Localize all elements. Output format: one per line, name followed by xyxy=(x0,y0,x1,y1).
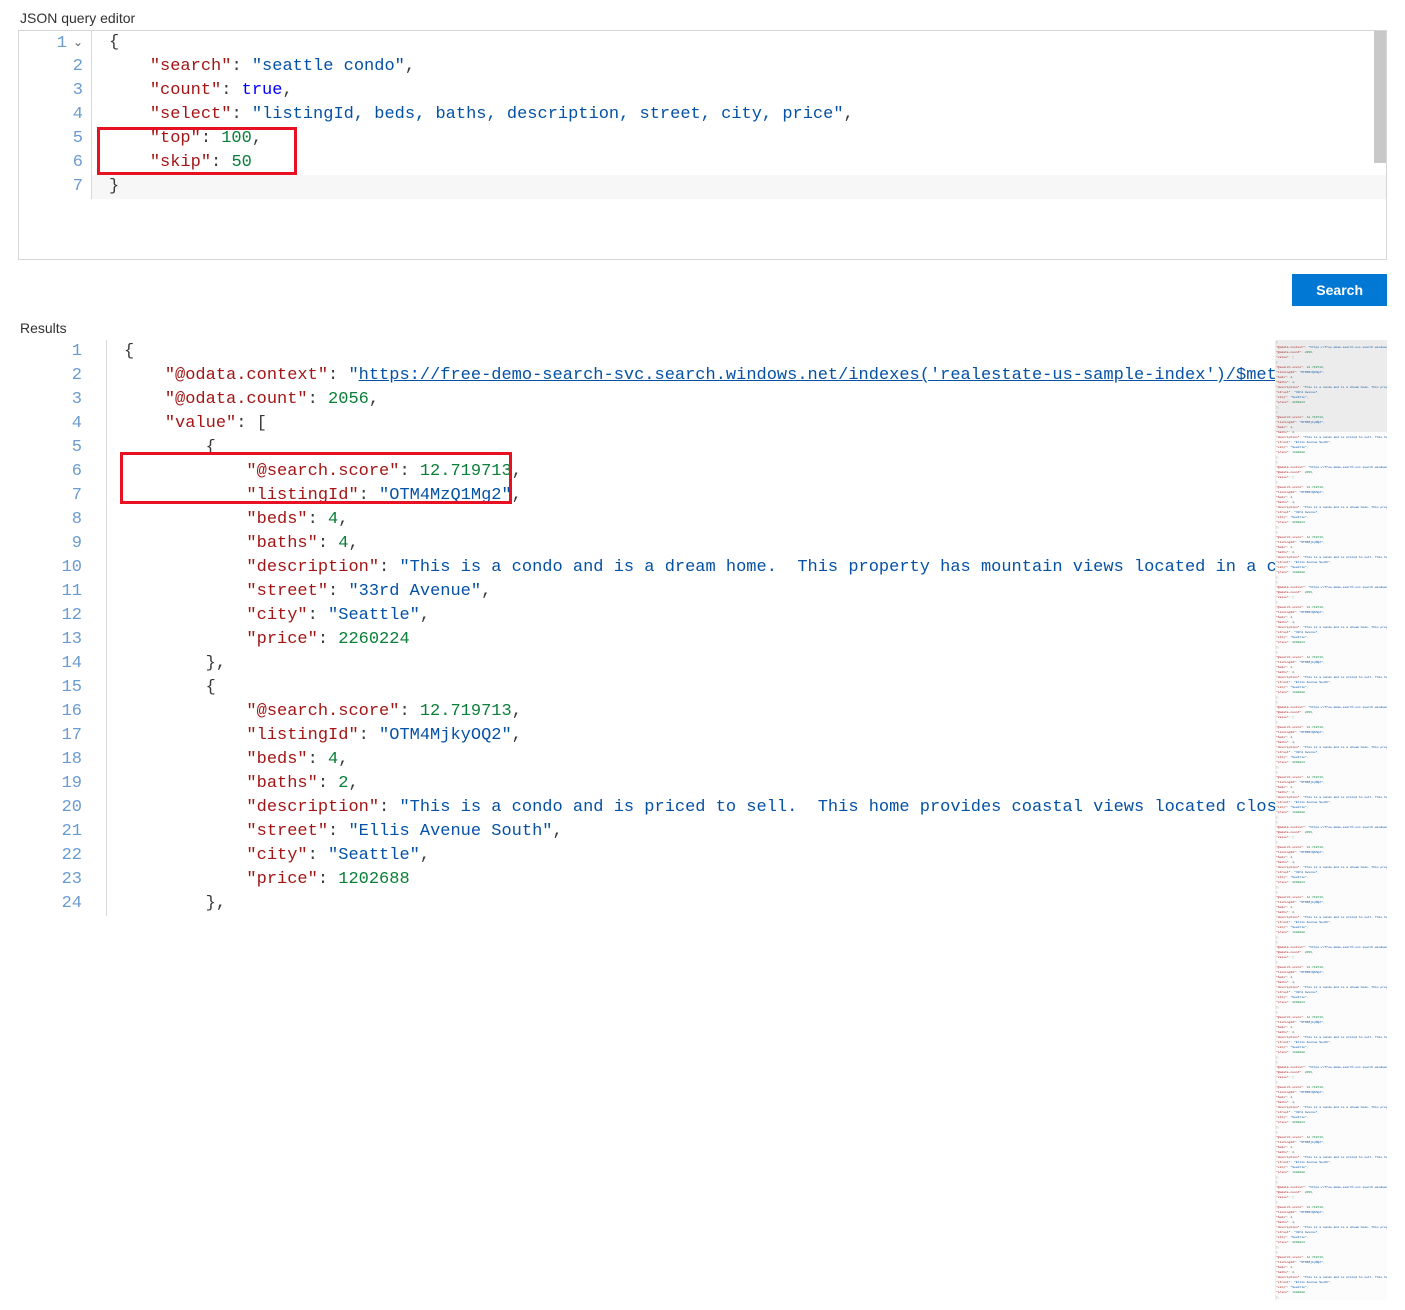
line-number: 7 xyxy=(18,484,82,508)
line-number: 4 xyxy=(19,103,83,127)
code-line[interactable]: "description": "This is a condo and is p… xyxy=(106,796,1275,820)
code-line[interactable]: "beds": 4, xyxy=(106,748,1275,772)
code-line[interactable]: { xyxy=(106,676,1275,700)
line-number: 22 xyxy=(18,844,82,868)
code-line[interactable]: }, xyxy=(106,652,1275,676)
code-line[interactable]: }, xyxy=(106,892,1275,916)
code-line[interactable]: "count": true, xyxy=(91,79,1386,103)
line-number: 3 xyxy=(18,388,82,412)
line-number: 14 xyxy=(18,652,82,676)
minimap[interactable]: { "@odata.context": "https://free-demo-s… xyxy=(1275,340,1387,1300)
line-number: 19 xyxy=(18,772,82,796)
line-number: 17 xyxy=(18,724,82,748)
results-panel: 123456789101112131415161718192021222324 … xyxy=(18,340,1387,1300)
code-line[interactable]: "@odata.count": 2056, xyxy=(106,388,1275,412)
line-number: 6 xyxy=(19,151,83,175)
editor-scrollbar[interactable] xyxy=(1374,31,1386,163)
code-line[interactable]: { xyxy=(106,340,1275,364)
line-number: 7 xyxy=(19,175,83,199)
code-line[interactable]: "price": 2260224 xyxy=(106,628,1275,652)
line-number: 2 xyxy=(18,364,82,388)
line-number: 2 xyxy=(19,55,83,79)
code-line[interactable]: "@search.score": 12.719713, xyxy=(106,460,1275,484)
code-line[interactable]: "skip": 50 xyxy=(91,151,1386,175)
line-number: 15 xyxy=(18,676,82,700)
results-code-editor[interactable]: 123456789101112131415161718192021222324 … xyxy=(18,340,1275,916)
line-number: 4 xyxy=(18,412,82,436)
code-line[interactable]: "top": 100, xyxy=(91,127,1386,151)
code-line[interactable]: { xyxy=(106,436,1275,460)
code-line[interactable]: "value": [ xyxy=(106,412,1275,436)
line-number: 3 xyxy=(19,79,83,103)
code-line[interactable]: "city": "Seattle", xyxy=(106,844,1275,868)
code-line[interactable]: "street": "33rd Avenue", xyxy=(106,580,1275,604)
json-query-editor[interactable]: 1⌄234567 { "search": "seattle condo", "c… xyxy=(18,30,1387,260)
line-number: 9 xyxy=(18,532,82,556)
search-button[interactable]: Search xyxy=(1292,274,1387,306)
results-line-gutter: 123456789101112131415161718192021222324 xyxy=(18,340,104,916)
line-number: 16 xyxy=(18,700,82,724)
code-line[interactable]: "city": "Seattle", xyxy=(106,604,1275,628)
line-number: 8 xyxy=(18,508,82,532)
code-line[interactable]: "@odata.context": "https://free-demo-sea… xyxy=(106,364,1275,388)
line-number: 5 xyxy=(18,436,82,460)
code-line[interactable]: { xyxy=(91,31,1386,55)
line-number: 11 xyxy=(18,580,82,604)
line-number: 18 xyxy=(18,748,82,772)
code-line[interactable]: "listingId": "OTM4MjkyOQ2", xyxy=(106,724,1275,748)
code-line[interactable]: "description": "This is a condo and is a… xyxy=(106,556,1275,580)
line-number: 5 xyxy=(19,127,83,151)
line-number: 1 xyxy=(18,340,82,364)
json-query-editor-label: JSON query editor xyxy=(18,10,1387,26)
results-label: Results xyxy=(18,320,1387,336)
line-number: 10 xyxy=(18,556,82,580)
code-line[interactable]: "baths": 4, xyxy=(106,532,1275,556)
fold-caret-icon[interactable]: ⌄ xyxy=(73,31,83,55)
line-number: 12 xyxy=(18,604,82,628)
line-number: 23 xyxy=(18,868,82,892)
code-line[interactable]: "price": 1202688 xyxy=(106,868,1275,892)
results-code-area[interactable]: { "@odata.context": "https://free-demo-s… xyxy=(106,340,1275,916)
minimap-viewport[interactable] xyxy=(1276,340,1387,432)
line-number: 20 xyxy=(18,796,82,820)
code-line[interactable]: "baths": 2, xyxy=(106,772,1275,796)
query-line-gutter: 1⌄234567 xyxy=(19,31,89,199)
code-line[interactable]: "select": "listingId, beds, baths, descr… xyxy=(91,103,1386,127)
code-line[interactable]: "@search.score": 12.719713, xyxy=(106,700,1275,724)
code-line[interactable]: "search": "seattle condo", xyxy=(91,55,1386,79)
line-number: 24 xyxy=(18,892,82,916)
line-number: 13 xyxy=(18,628,82,652)
line-number: 21 xyxy=(18,820,82,844)
code-line[interactable]: } xyxy=(91,175,1386,199)
query-code-area[interactable]: { "search": "seattle condo", "count": tr… xyxy=(91,31,1386,199)
line-number: 6 xyxy=(18,460,82,484)
code-line[interactable]: "street": "Ellis Avenue South", xyxy=(106,820,1275,844)
minimap-line: }, xyxy=(1276,1295,1387,1300)
line-number: 1⌄ xyxy=(19,31,83,55)
code-line[interactable]: "beds": 4, xyxy=(106,508,1275,532)
code-line[interactable]: "listingId": "OTM4MzQ1Mg2", xyxy=(106,484,1275,508)
